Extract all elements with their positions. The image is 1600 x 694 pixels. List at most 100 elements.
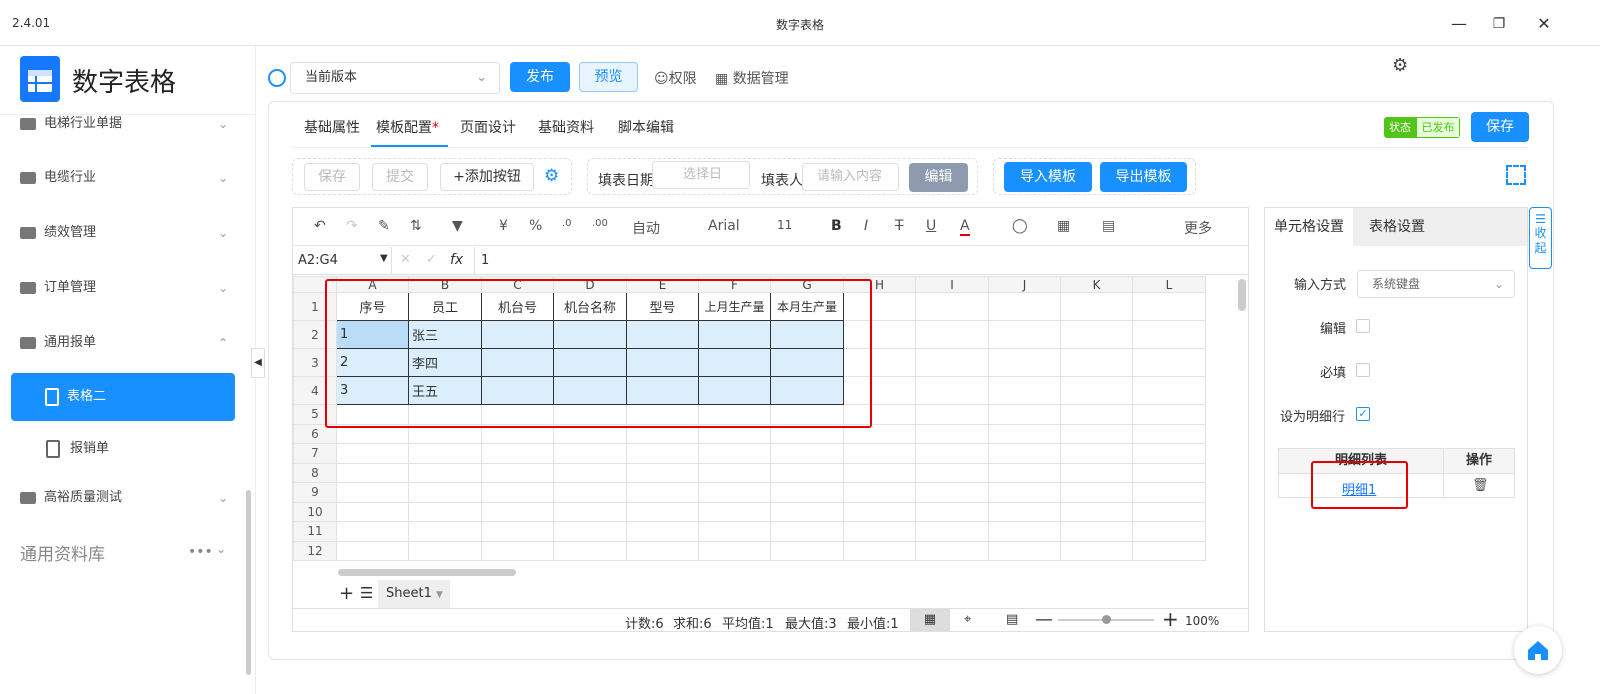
close-icon[interactable]: ✕ xyxy=(1532,12,1556,36)
sidebar-item-elevator[interactable]: 电梯行业单据 ⌄ xyxy=(20,104,232,144)
cell[interactable] xyxy=(1132,521,1206,542)
cell[interactable] xyxy=(1060,376,1133,405)
cell[interactable] xyxy=(1132,348,1206,377)
cell[interactable] xyxy=(336,521,409,542)
row-header[interactable]: 8 xyxy=(293,462,337,483)
cell[interactable] xyxy=(408,462,482,483)
cancel-icon[interactable]: ✕ xyxy=(400,252,411,267)
cell[interactable] xyxy=(988,482,1061,503)
sidebar-subitem-table2[interactable]: 表格二 xyxy=(11,373,235,421)
cell[interactable] xyxy=(336,501,409,522)
zoom-slider-handle[interactable] xyxy=(1102,615,1111,624)
cell[interactable] xyxy=(481,443,554,464)
cell[interactable] xyxy=(481,501,554,522)
cell[interactable] xyxy=(336,443,409,464)
cell[interactable] xyxy=(626,501,699,522)
cell[interactable] xyxy=(1060,348,1133,377)
border-icon[interactable]: ▦ xyxy=(1057,218,1070,234)
cell[interactable] xyxy=(770,482,844,503)
detail-row-checkbox[interactable]: ✓ xyxy=(1356,407,1370,421)
cell[interactable] xyxy=(915,501,989,522)
sidebar-item-cable[interactable]: 电缆行业 ⌄ xyxy=(20,158,232,198)
more-menu[interactable]: 更多 xyxy=(1184,218,1212,238)
cell[interactable] xyxy=(770,540,844,561)
cell[interactable] xyxy=(915,376,989,405)
cell[interactable] xyxy=(626,521,699,542)
cell[interactable] xyxy=(988,521,1061,542)
sidebar-item-general-report[interactable]: 通用报单 ⌃ xyxy=(20,323,232,363)
cell[interactable] xyxy=(915,292,989,321)
strikethrough-icon[interactable]: T xyxy=(895,218,904,234)
more-icon[interactable]: ••• xyxy=(188,544,213,560)
redo-icon[interactable]: ↷ xyxy=(346,218,358,234)
cell[interactable] xyxy=(1060,540,1133,561)
font-size-select[interactable]: 11 xyxy=(777,218,792,232)
row-header[interactable]: 7 xyxy=(293,443,337,464)
data-manage-link[interactable]: ▦ 数据管理 xyxy=(715,68,789,88)
trash-icon[interactable]: 🗑 xyxy=(1472,478,1489,493)
zoom-out-icon[interactable]: — xyxy=(1035,609,1053,630)
cell[interactable] xyxy=(915,348,989,377)
cell[interactable] xyxy=(1060,501,1133,522)
sheet-tab[interactable]: Sheet1 ▼ xyxy=(378,580,450,608)
cell[interactable] xyxy=(1060,320,1133,349)
save-button[interactable]: 保存 xyxy=(1471,112,1529,142)
cell[interactable] xyxy=(915,482,989,503)
cell[interactable] xyxy=(843,540,916,561)
cell[interactable] xyxy=(481,482,554,503)
cell[interactable] xyxy=(408,482,482,503)
cell[interactable] xyxy=(915,521,989,542)
cell[interactable] xyxy=(698,443,771,464)
restore-icon[interactable]: ❐ xyxy=(1487,12,1511,36)
font-select[interactable]: Arial xyxy=(708,218,740,234)
cell[interactable] xyxy=(553,501,627,522)
sheet-hscroll[interactable] xyxy=(338,569,516,576)
import-template-button[interactable]: 导入模板 xyxy=(1004,162,1092,192)
row-header[interactable]: 11 xyxy=(293,521,337,542)
sheet-list-icon[interactable]: ☰ xyxy=(360,584,373,602)
cell[interactable] xyxy=(1132,320,1206,349)
sheet-vscroll[interactable] xyxy=(1238,279,1246,311)
cell[interactable] xyxy=(988,443,1061,464)
cell[interactable] xyxy=(988,320,1061,349)
cell[interactable] xyxy=(481,540,554,561)
column-header[interactable]: J xyxy=(988,276,1061,293)
cell[interactable] xyxy=(698,501,771,522)
preview-button[interactable]: 预览 xyxy=(579,62,638,92)
cell[interactable] xyxy=(843,443,916,464)
sidebar-item-quality-test[interactable]: 高裕质量测试 ⌄ xyxy=(20,478,232,518)
cell[interactable] xyxy=(1060,404,1133,425)
cell[interactable] xyxy=(1132,443,1206,464)
cell[interactable] xyxy=(336,462,409,483)
cell[interactable] xyxy=(408,501,482,522)
cell[interactable] xyxy=(626,443,699,464)
cell[interactable] xyxy=(770,462,844,483)
cell[interactable] xyxy=(915,320,989,349)
cell[interactable] xyxy=(698,540,771,561)
cell[interactable] xyxy=(1132,501,1206,522)
cell[interactable] xyxy=(553,521,627,542)
form-submit-button[interactable]: 提交 xyxy=(372,163,428,191)
cell[interactable] xyxy=(481,462,554,483)
tab-script-edit[interactable]: 脚本编辑 xyxy=(618,117,674,137)
cell[interactable] xyxy=(843,462,916,483)
cell[interactable] xyxy=(1060,482,1133,503)
bold-icon[interactable]: B xyxy=(831,218,842,234)
cell[interactable] xyxy=(770,443,844,464)
sidebar-scrollbar[interactable] xyxy=(246,490,251,675)
cell[interactable] xyxy=(843,501,916,522)
cell[interactable] xyxy=(336,482,409,503)
cell[interactable] xyxy=(988,292,1061,321)
required-checkbox[interactable] xyxy=(1356,363,1370,377)
chevron-down-icon[interactable]: ▼ xyxy=(380,253,388,264)
cell[interactable] xyxy=(408,521,482,542)
cell[interactable] xyxy=(626,482,699,503)
format-painter-icon[interactable]: ✎ xyxy=(378,218,390,234)
cell[interactable] xyxy=(915,462,989,483)
cell[interactable] xyxy=(915,404,989,425)
cell[interactable] xyxy=(988,348,1061,377)
cell[interactable] xyxy=(988,501,1061,522)
library-title[interactable]: 通用资料库 xyxy=(20,540,105,565)
cell[interactable] xyxy=(698,521,771,542)
cell[interactable] xyxy=(553,482,627,503)
